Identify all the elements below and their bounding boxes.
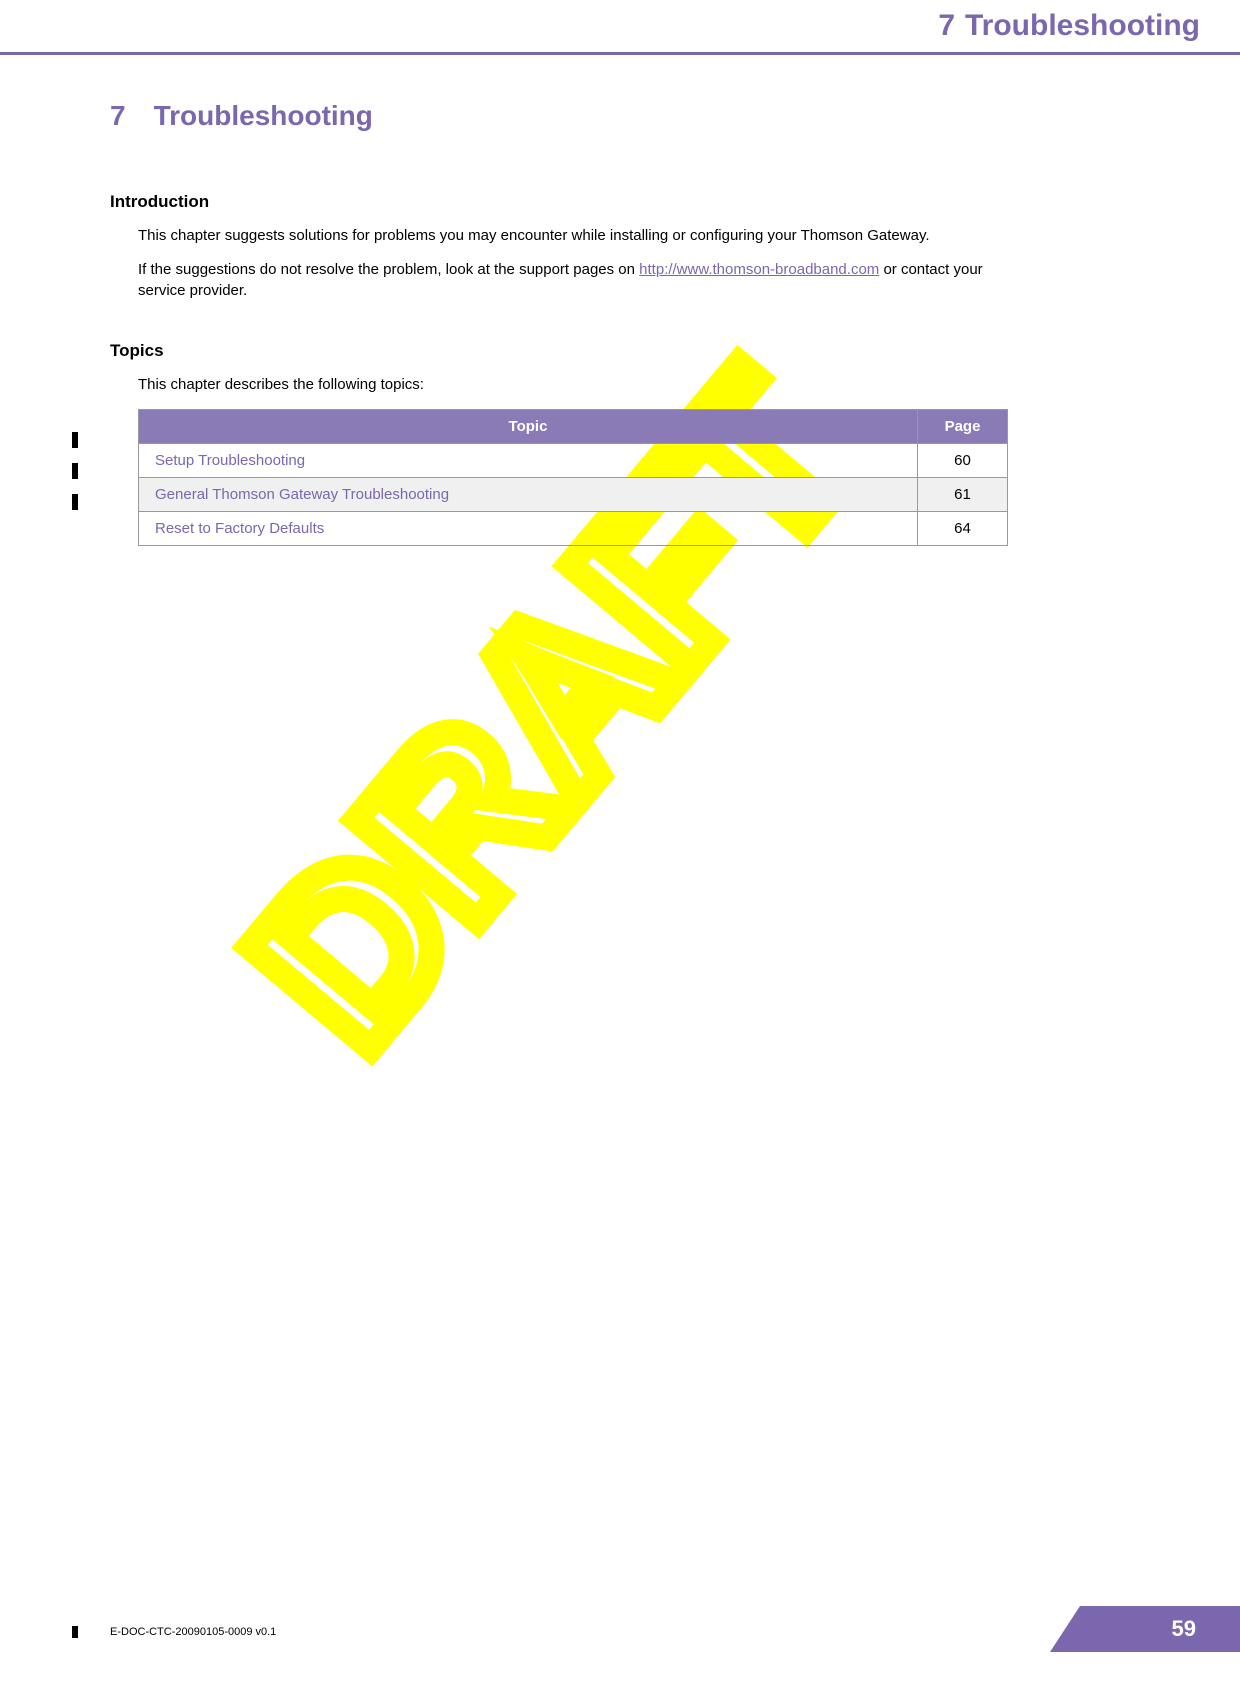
col-topic-header: Topic xyxy=(139,410,918,444)
chapter-title: Troubleshooting xyxy=(154,100,373,132)
topic-link[interactable]: Setup Troubleshooting xyxy=(139,444,918,478)
page-footer: E-DOC-CTC-20090105-0009 v0.1 59 xyxy=(0,1602,1240,1652)
header-chapter-number: 7 xyxy=(938,9,955,43)
chapter-heading: 7 Troubleshooting xyxy=(110,100,1130,132)
topics-intro: This chapter describes the following top… xyxy=(138,375,1018,395)
header-chapter-title: Troubleshooting xyxy=(965,9,1200,43)
table-row: Reset to Factory Defaults 64 xyxy=(139,512,1008,546)
change-bar-icon xyxy=(72,1626,78,1638)
page-number: 59 xyxy=(1172,1616,1196,1642)
intro-paragraph-2: If the suggestions do not resolve the pr… xyxy=(138,260,1018,301)
topics-table: Topic Page Setup Troubleshooting 60 Gene… xyxy=(138,409,1008,546)
header-divider xyxy=(0,52,1240,55)
table-row: General Thomson Gateway Troubleshooting … xyxy=(139,478,1008,512)
topic-link[interactable]: General Thomson Gateway Troubleshooting xyxy=(139,478,918,512)
topics-heading: Topics xyxy=(110,341,1130,361)
chapter-number: 7 xyxy=(110,100,126,132)
topics-section: Topics This chapter describes the follow… xyxy=(110,341,1130,546)
intro-paragraph-1: This chapter suggests solutions for prob… xyxy=(138,226,1018,246)
doc-id: E-DOC-CTC-20090105-0009 v0.1 xyxy=(110,1626,276,1638)
page-number-badge: 59 xyxy=(1050,1606,1240,1652)
support-link[interactable]: http://www.thomson-broadband.com xyxy=(639,261,879,278)
change-bar-icon xyxy=(72,463,78,479)
running-header: 7 Troubleshooting xyxy=(0,0,1240,52)
table-row: Setup Troubleshooting 60 xyxy=(139,444,1008,478)
intro-heading: Introduction xyxy=(110,192,1130,212)
page-content: 7 Troubleshooting Introduction This chap… xyxy=(110,100,1130,546)
table-header-row: Topic Page xyxy=(139,410,1008,444)
topic-page: 61 xyxy=(918,478,1008,512)
change-bar-icon xyxy=(72,494,78,510)
change-bar-icon xyxy=(72,432,78,448)
intro-p2-lead: If the suggestions do not resolve the pr… xyxy=(138,261,639,278)
topic-link[interactable]: Reset to Factory Defaults xyxy=(139,512,918,546)
col-page-header: Page xyxy=(918,410,1008,444)
topic-page: 64 xyxy=(918,512,1008,546)
topic-page: 60 xyxy=(918,444,1008,478)
intro-section: Introduction This chapter suggests solut… xyxy=(110,192,1130,301)
